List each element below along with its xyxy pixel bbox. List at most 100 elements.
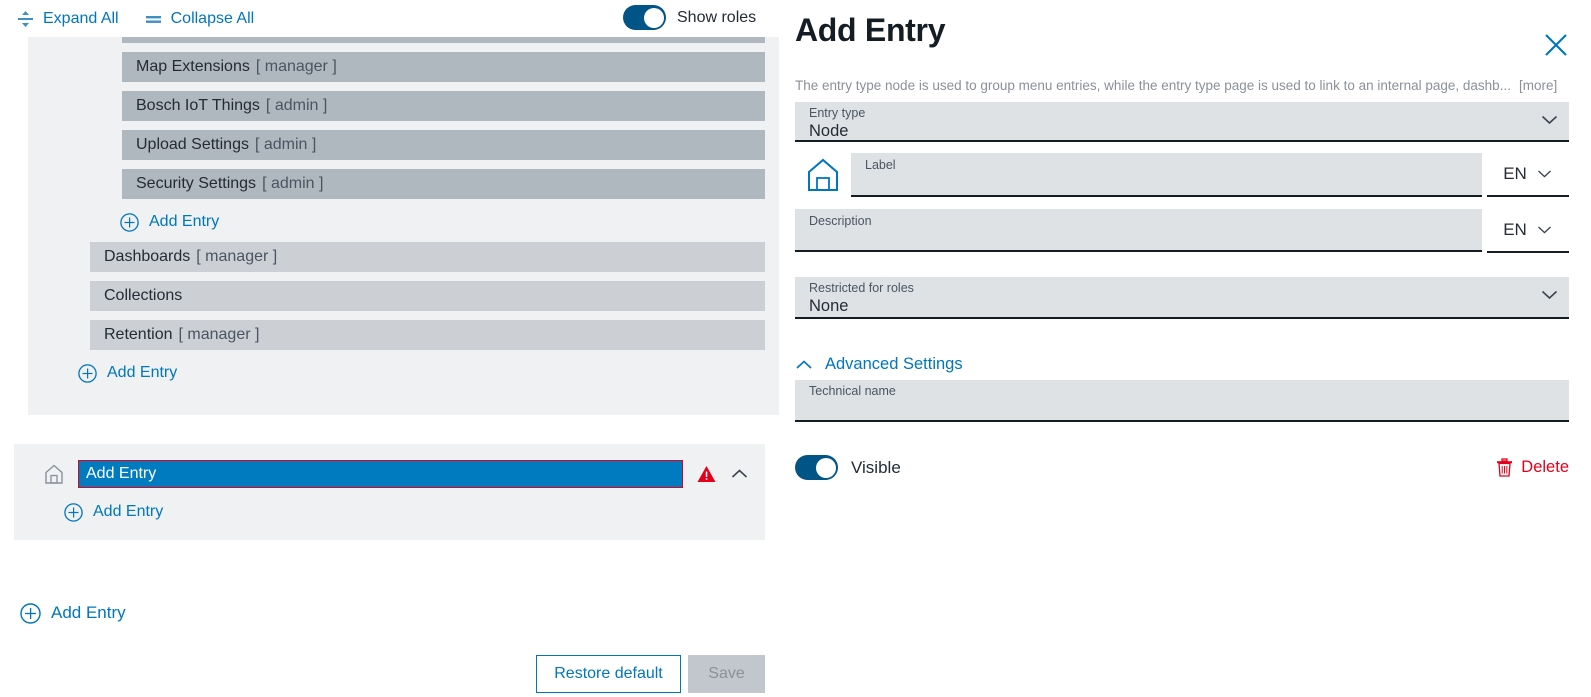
row-role: [ manager ]: [179, 326, 260, 344]
expand-all-label: Expand All: [43, 10, 119, 28]
technical-name-label: Technical name: [809, 384, 1559, 399]
more-link[interactable]: [more]: [1519, 78, 1557, 93]
technical-name-input[interactable]: Technical name: [795, 380, 1569, 422]
description-input-label: Description: [809, 214, 1472, 229]
visible-label: Visible: [851, 458, 901, 478]
collapse-all-button[interactable]: Collapse All: [145, 10, 255, 28]
entry-type-value: Node: [809, 121, 1559, 141]
row-role: [ admin ]: [262, 175, 323, 193]
table-row[interactable]: Map Extensions [ manager ]: [122, 52, 765, 82]
warning-icon: [697, 465, 716, 483]
menu-tree: Access [ admin ] Map Extensions [ manage…: [0, 37, 779, 697]
label-input[interactable]: Label: [851, 153, 1482, 197]
show-roles-toggle-wrap: Show roles: [623, 5, 756, 30]
tree-group-outer: Access [ admin ] Map Extensions [ manage…: [28, 37, 779, 415]
delete-button[interactable]: Delete: [1496, 458, 1569, 477]
show-roles-toggle[interactable]: [623, 5, 666, 30]
advanced-settings-label: Advanced Settings: [825, 355, 963, 374]
description-text: The entry type node is used to group men…: [795, 78, 1511, 93]
table-row[interactable]: Collections: [90, 281, 765, 311]
row-role: [ admin ]: [255, 136, 316, 154]
restricted-roles-label: Restricted for roles: [809, 281, 1559, 296]
chevron-down-icon: [1540, 113, 1559, 127]
plus-circle-icon: [78, 364, 97, 383]
show-roles-label: Show roles: [677, 9, 756, 27]
home-icon: [806, 157, 840, 193]
row-label: Collections: [104, 287, 182, 305]
add-entry-label: Add Entry: [149, 213, 219, 231]
selected-entry-input[interactable]: Add Entry: [78, 460, 683, 488]
add-entry-button-selected-child[interactable]: Add Entry: [64, 498, 765, 526]
app-root: Expand All Collapse All Show roles: [0, 0, 1591, 697]
menu-tree-panel: Expand All Collapse All Show roles: [0, 0, 779, 697]
row-label: Retention: [104, 326, 173, 344]
collapse-all-label: Collapse All: [171, 10, 255, 28]
delete-label: Delete: [1521, 458, 1569, 477]
chevron-down-icon: [1536, 224, 1553, 236]
tree-group-selected: Add Entry: [14, 444, 765, 540]
chevron-up-icon[interactable]: [730, 467, 749, 481]
description-input[interactable]: Description: [795, 209, 1482, 252]
row-role: [ admin ]: [266, 97, 327, 115]
detail-description: The entry type node is used to group men…: [795, 78, 1569, 93]
table-row[interactable]: Security Settings [ admin ]: [122, 169, 765, 199]
expand-all-button[interactable]: Expand All: [17, 10, 119, 28]
row-label: Map Extensions: [136, 58, 250, 76]
add-entry-button-root[interactable]: Add Entry: [20, 599, 126, 627]
table-row[interactable]: Access [ admin ]: [122, 37, 765, 43]
table-row[interactable]: Upload Settings [ admin ]: [122, 130, 765, 160]
add-entry-button-level2[interactable]: Add Entry: [120, 208, 779, 236]
add-entry-button-level1[interactable]: Add Entry: [78, 359, 779, 387]
add-entry-label: Add Entry: [51, 603, 126, 623]
chevron-down-icon: [1540, 288, 1559, 302]
home-icon: [44, 463, 64, 485]
description-language-value: EN: [1503, 220, 1527, 240]
close-icon[interactable]: [1543, 32, 1569, 58]
add-entry-label: Add Entry: [93, 503, 163, 521]
row-label: Dashboards: [104, 248, 190, 266]
entry-type-select[interactable]: Entry type Node: [795, 102, 1569, 142]
entry-type-label: Entry type: [809, 106, 1559, 121]
restricted-roles-value: None: [809, 296, 1559, 316]
trash-icon: [1496, 458, 1513, 477]
label-language-select[interactable]: EN: [1487, 153, 1569, 197]
root-add-entry-wrap: Add Entry: [0, 599, 126, 627]
visible-toggle-wrap: Visible: [795, 455, 901, 480]
plus-circle-icon: [120, 213, 139, 232]
table-row[interactable]: Bosch IoT Things [ admin ]: [122, 91, 765, 121]
label-input-label: Label: [865, 158, 1472, 173]
detail-panel: Add Entry The entry type node is used to…: [779, 0, 1591, 697]
save-button[interactable]: Save: [688, 655, 765, 693]
table-row[interactable]: Retention [ manager ]: [90, 320, 765, 350]
plus-circle-icon: [20, 603, 41, 624]
tree-toolbar: Expand All Collapse All Show roles: [0, 0, 779, 37]
plus-circle-icon: [64, 503, 83, 522]
selected-entry-value: Add Entry: [86, 465, 156, 483]
advanced-settings-toggle[interactable]: Advanced Settings: [795, 355, 1569, 374]
row-label: Bosch IoT Things: [136, 97, 260, 115]
restore-default-button[interactable]: Restore default: [536, 655, 681, 693]
expand-icon: [17, 10, 34, 28]
chevron-down-icon: [1536, 168, 1553, 180]
detail-header: Add Entry: [795, 0, 1569, 58]
entry-icon-picker[interactable]: [795, 153, 851, 197]
visible-delete-row: Visible Delete: [795, 455, 1569, 480]
page-title: Add Entry: [795, 12, 945, 49]
footer-buttons: Restore default Save: [0, 655, 765, 693]
row-role: [ manager ]: [256, 58, 337, 76]
row-label: Security Settings: [136, 175, 256, 193]
toggle-knob: [644, 8, 664, 28]
selected-entry-row[interactable]: Add Entry: [14, 458, 765, 490]
collapse-icon: [145, 10, 162, 28]
table-row[interactable]: Dashboards [ manager ]: [90, 242, 765, 272]
add-entry-label: Add Entry: [107, 364, 177, 382]
visible-toggle[interactable]: [795, 455, 838, 480]
description-language-select[interactable]: EN: [1487, 209, 1569, 253]
restricted-roles-select[interactable]: Restricted for roles None: [795, 277, 1569, 319]
chevron-up-icon: [795, 359, 813, 371]
toggle-knob: [816, 458, 836, 478]
label-language-value: EN: [1503, 164, 1527, 184]
label-field-row: Label EN: [795, 153, 1569, 197]
description-field-row: Description EN: [795, 209, 1569, 253]
row-label: Upload Settings: [136, 136, 249, 154]
